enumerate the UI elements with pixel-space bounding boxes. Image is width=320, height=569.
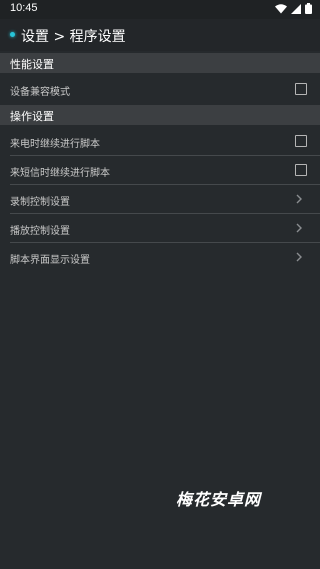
app-bar: 设置 > 程序设置: [0, 19, 320, 51]
continue-on-sms-checkbox[interactable]: [295, 164, 307, 176]
chevron-right-icon: [296, 194, 302, 204]
section-header-label: 操作设置: [10, 110, 54, 123]
signal-icon: [291, 3, 301, 14]
wifi-icon: [275, 3, 287, 13]
setting-item-label: 录制控制设置: [10, 197, 70, 208]
page-title: 设置 > 程序设置: [21, 29, 126, 45]
setting-item-continue-on-sms[interactable]: 来短信时继续进行脚本: [0, 156, 320, 185]
watermark: 梅花安卓网: [176, 490, 262, 509]
battery-icon: [305, 3, 312, 14]
status-icons: [275, 3, 312, 14]
setting-item-device-compat[interactable]: 设备兼容模式: [0, 75, 320, 104]
setting-item-script-ui-display[interactable]: 脚本界面显示设置: [0, 243, 320, 272]
status-time: 10:45: [10, 2, 38, 14]
continue-on-call-checkbox[interactable]: [295, 135, 307, 147]
setting-item-playback-control[interactable]: 播放控制设置: [0, 214, 320, 243]
section-header-performance: 性能设置: [0, 53, 320, 73]
setting-item-label: 设备兼容模式: [10, 87, 70, 98]
status-bar: 10:45: [0, 0, 320, 19]
device-compat-checkbox[interactable]: [295, 83, 307, 95]
setting-item-continue-on-call[interactable]: 来电时继续进行脚本: [0, 127, 320, 156]
section-header-operation: 操作设置: [0, 105, 320, 125]
setting-item-record-control[interactable]: 录制控制设置: [0, 185, 320, 214]
app-indicator-dot: [10, 32, 15, 37]
setting-item-label: 播放控制设置: [10, 226, 70, 237]
section-header-label: 性能设置: [10, 58, 54, 71]
setting-item-label: 来短信时继续进行脚本: [10, 168, 110, 179]
chevron-right-icon: [296, 223, 302, 233]
setting-item-label: 来电时继续进行脚本: [10, 139, 100, 150]
chevron-right-icon: [296, 252, 302, 262]
setting-item-label: 脚本界面显示设置: [10, 255, 90, 266]
